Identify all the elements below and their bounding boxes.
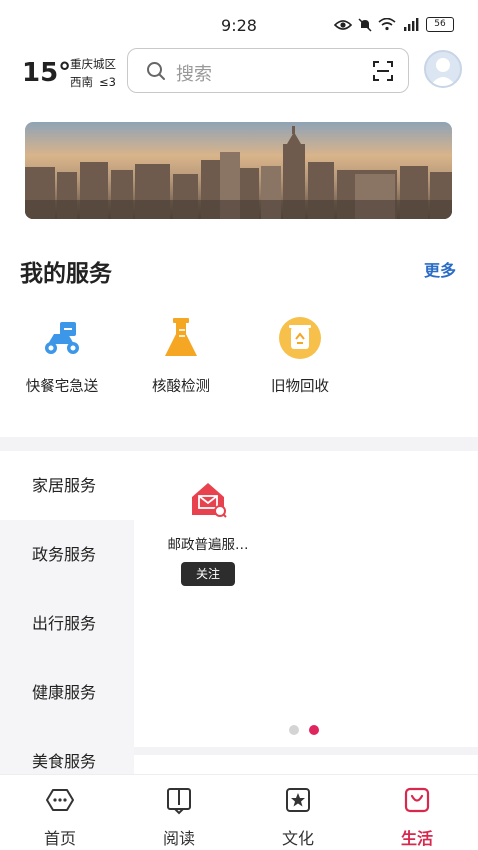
bottom-tab-bar: 首页 阅读 文化 生活 <box>0 774 478 850</box>
tab-home[interactable]: 首页 <box>20 785 100 849</box>
wind-direction: 西南 <box>70 75 93 89</box>
status-bar: 9:28 56 <box>0 0 478 46</box>
service-nucleic-test[interactable]: 核酸检测 <box>126 314 236 396</box>
service-recycling[interactable]: 旧物回收 <box>245 314 355 396</box>
avatar[interactable] <box>424 50 462 88</box>
search-input[interactable]: 搜索 <box>127 48 409 93</box>
service-label: 快餐宅急送 <box>25 379 99 395</box>
user-icon <box>430 58 456 86</box>
service-express-delivery[interactable]: 快餐宅急送 <box>7 314 117 396</box>
district-label: 重庆城区 <box>70 57 116 71</box>
more-services-link[interactable]: 更多 <box>424 257 456 281</box>
category-content: 邮政普遍服… 关注 <box>134 451 478 747</box>
temperature: 15° <box>22 58 72 88</box>
tab-label: 文化 <box>281 829 314 848</box>
mute-bell-icon <box>358 17 372 32</box>
content-divider <box>134 747 478 755</box>
category-home-services[interactable]: 家居服务 <box>0 451 134 520</box>
eye-icon <box>334 19 352 30</box>
tab-label: 阅读 <box>162 829 195 848</box>
category-travel-services[interactable]: 出行服务 <box>0 589 134 658</box>
header: 15° 重庆城区 西南 ≤3 搜索 <box>0 46 478 102</box>
post-office-house-icon <box>192 483 227 518</box>
home-bubble-icon <box>46 789 74 811</box>
service-card-name: 邮政普遍服… <box>167 537 249 553</box>
category-government-services[interactable]: 政务服务 <box>0 520 134 589</box>
status-icons: 56 <box>334 17 454 32</box>
category-sidebar: 家居服务 政务服务 出行服务 健康服务 美食服务 <box>0 451 134 774</box>
wind-info: 西南 ≤3 <box>70 73 122 91</box>
service-label: 核酸检测 <box>152 379 210 395</box>
follow-button[interactable]: 关注 <box>181 562 235 586</box>
city-banner[interactable] <box>25 122 452 219</box>
book-icon <box>167 788 191 815</box>
tab-label: 生活 <box>400 829 433 848</box>
section-divider <box>0 437 478 451</box>
scan-icon[interactable] <box>372 60 394 82</box>
shopping-bag-icon <box>404 787 430 813</box>
service-card-postal[interactable]: 邮政普遍服… 关注 <box>154 479 262 586</box>
recycle-bin-icon <box>279 317 321 359</box>
pager-dot-active[interactable] <box>309 725 319 735</box>
search-icon <box>147 62 165 80</box>
service-label: 旧物回收 <box>271 379 329 395</box>
battery-indicator: 56 <box>426 17 454 32</box>
tab-label: 首页 <box>43 829 76 848</box>
pager-dots <box>289 725 319 735</box>
pager-dot[interactable] <box>289 725 299 735</box>
star-frame-icon <box>286 788 310 812</box>
signal-icon <box>404 18 419 31</box>
wifi-icon <box>378 18 396 31</box>
tab-life[interactable]: 生活 <box>377 785 457 849</box>
my-services-grid: 快餐宅急送 核酸检测 旧物回收 <box>0 314 478 404</box>
delivery-scooter-icon <box>45 322 79 354</box>
category-health-services[interactable]: 健康服务 <box>0 658 134 727</box>
section-title-my-services: 我的服务 <box>20 261 112 287</box>
category-panel: 家居服务 政务服务 出行服务 健康服务 美食服务 邮政普遍服… 关注 <box>0 451 478 774</box>
search-placeholder: 搜索 <box>176 64 212 85</box>
wind-level: ≤3 <box>99 75 116 89</box>
location-weather[interactable]: 重庆城区 西南 ≤3 <box>70 55 122 91</box>
city-skyline-image <box>25 122 452 219</box>
flask-icon <box>165 318 197 356</box>
tab-culture[interactable]: 文化 <box>258 785 338 849</box>
tab-read[interactable]: 阅读 <box>139 785 219 849</box>
